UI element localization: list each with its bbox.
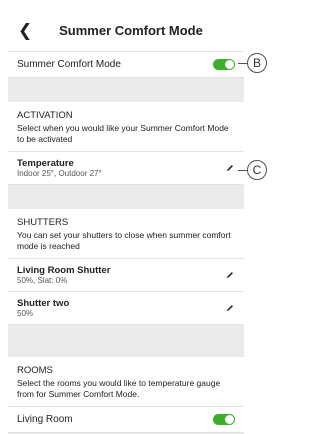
shutter-subtitle: 50%, Slat: 0% [17, 276, 68, 285]
rooms-description: Select the rooms you would like to tempe… [17, 378, 221, 399]
temperature-subtitle: Indoor 25°, Outdoor 27° [17, 169, 102, 178]
shutter-row-living-room[interactable]: Living Room Shutter 50%, Slat: 0% [8, 259, 244, 292]
phone-screen: ❮ Summer Comfort Mode Summer Comfort Mod… [8, 10, 244, 434]
temperature-row[interactable]: Temperature Indoor 25°, Outdoor 27° [8, 152, 244, 185]
rooms-section-header: ROOMS Select the rooms you would like to… [8, 357, 244, 407]
toggle-knob [225, 415, 234, 424]
page-title: Summer Comfort Mode [59, 23, 203, 38]
shutter-title: Shutter two [17, 298, 70, 309]
temperature-title: Temperature [17, 158, 74, 169]
back-chevron-icon[interactable]: ❮ [18, 21, 34, 41]
summer-comfort-toggle[interactable] [213, 59, 235, 70]
edit-pencil-icon[interactable] [225, 303, 235, 313]
room-label: Living Room [17, 414, 73, 425]
edit-pencil-icon[interactable] [225, 163, 235, 173]
room-toggle[interactable] [213, 414, 235, 425]
callout-b: B [247, 53, 267, 73]
top-bar: ❮ Summer Comfort Mode [8, 10, 244, 52]
rooms-title: ROOMS [17, 365, 53, 376]
spacer [8, 185, 244, 209]
shutters-title: SHUTTERS [17, 217, 69, 228]
toggle-knob [225, 60, 234, 69]
spacer [8, 78, 244, 102]
room-toggle-row-living-room: Living Room [8, 407, 244, 433]
summer-comfort-toggle-row: Summer Comfort Mode [8, 52, 244, 78]
shutter-subtitle: 50% [17, 309, 34, 318]
activation-description: Select when you would like your Summer C… [17, 123, 229, 144]
summer-comfort-toggle-label: Summer Comfort Mode [17, 59, 121, 70]
shutters-section-header: SHUTTERS You can set your shutters to cl… [8, 209, 244, 259]
callout-c: C [247, 160, 267, 180]
activation-section-header: ACTIVATION Select when you would like yo… [8, 102, 244, 152]
shutters-description: You can set your shutters to close when … [17, 230, 231, 251]
spacer [8, 325, 244, 357]
edit-pencil-icon[interactable] [225, 270, 235, 280]
activation-title: ACTIVATION [17, 110, 73, 121]
shutter-title: Living Room Shutter [17, 265, 111, 276]
shutter-row-two[interactable]: Shutter two 50% [8, 292, 244, 325]
